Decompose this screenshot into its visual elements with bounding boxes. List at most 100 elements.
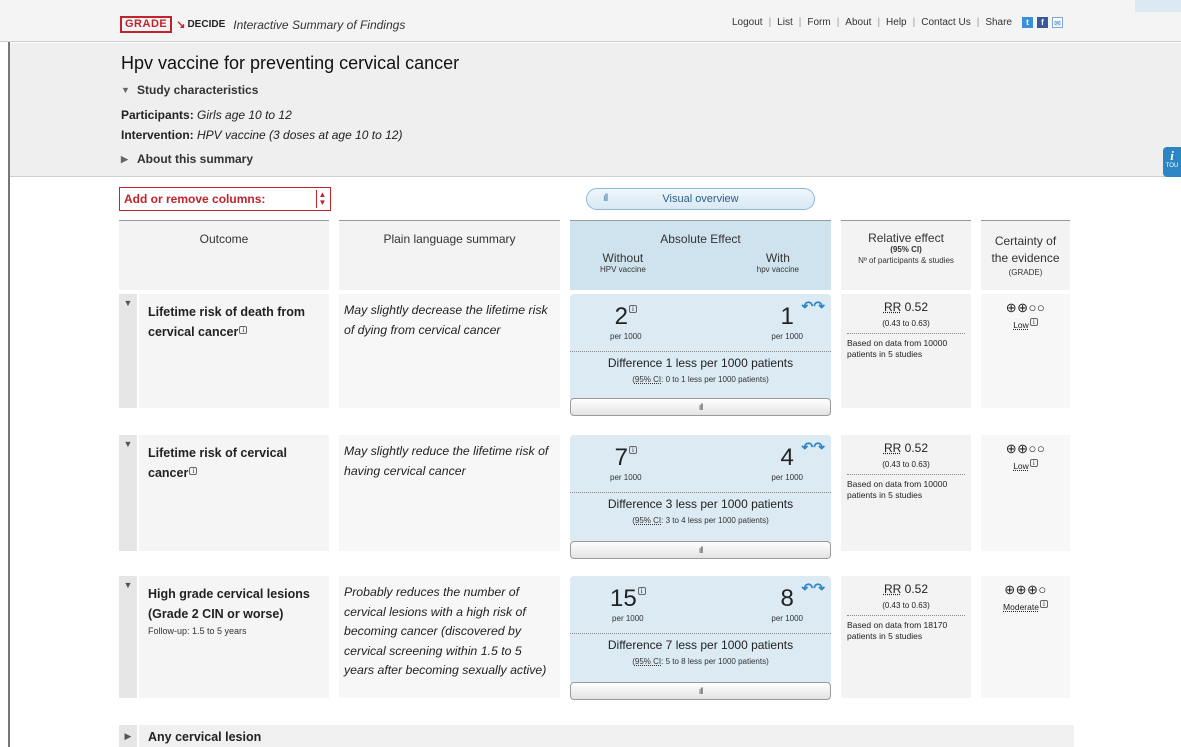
email-icon[interactable]: ✉ <box>1052 17 1063 28</box>
info-icon[interactable]: i <box>239 326 248 334</box>
nav-help[interactable]: Help <box>880 17 913 28</box>
difference-text: Difference 3 less per 1000 patients <box>607 497 794 511</box>
tour-button[interactable]: i TOU <box>1163 147 1181 177</box>
bar-chart-icon: ıll <box>698 402 703 412</box>
rr-note: Based on data from 18170 patients in 5 s… <box>847 620 948 641</box>
select-caret-icon: ▲ ▼ <box>316 190 328 208</box>
confidence-interval: (95% CI: 3 to 4 less per 1000 patients) <box>632 516 769 525</box>
triangle-down-icon: ▼ <box>123 580 133 590</box>
header-outcome-label: Outcome <box>199 232 249 246</box>
about-summary-toggle[interactable]: ▶ About this summary <box>121 152 253 166</box>
nav-list[interactable]: List <box>771 17 799 28</box>
header-relative-ci: (95% CI) <box>890 245 922 254</box>
triangle-right-icon: ▶ <box>124 731 132 741</box>
ci-label[interactable]: 95% CI <box>635 516 661 525</box>
triangle-down-icon: ▼ <box>121 85 130 95</box>
header-without-label: Without <box>602 251 644 265</box>
brand[interactable]: GRADE ↘ DECIDE Interactive Summary of Fin… <box>120 16 405 33</box>
left-border <box>0 42 10 747</box>
row-collapse-toggle[interactable]: ▼ <box>119 435 137 551</box>
bar-chart-icon: ıll <box>603 193 608 204</box>
info-icon[interactable]: i <box>637 587 646 595</box>
info-icon[interactable]: i <box>628 446 637 454</box>
row-collapse-toggle[interactable]: ▼ <box>119 576 137 698</box>
header-relative-effect: Relative effect (95% CI) Nº of participa… <box>841 220 971 290</box>
visual-overview-label: Visual overview <box>662 193 739 205</box>
ci-text: : 0 to 1 less per 1000 patients) <box>661 375 769 384</box>
confidence-interval: (95% CI: 0 to 1 less per 1000 patients) <box>632 375 769 384</box>
twitter-icon[interactable]: t <box>1022 17 1033 28</box>
nav-about[interactable]: About <box>839 17 877 28</box>
facebook-icon[interactable]: f <box>1037 17 1048 28</box>
absolute-effect-cell: 2i per 1000 1 per 1000 ↶↷ Difference 1 l… <box>570 294 831 402</box>
collapsed-outcome-row[interactable]: ▶ Any cervical lesion <box>119 725 1074 747</box>
study-characteristics-toggle[interactable]: ▼ Study characteristics <box>121 83 258 97</box>
certainty-label[interactable]: Low i <box>981 459 1070 471</box>
columns-select-label: Add or remove columns: <box>124 192 266 206</box>
header-absolute-effect: Absolute Effect Without HPV vaccine With… <box>570 220 831 290</box>
swap-arrows-icon[interactable]: ↶↷ <box>802 298 825 315</box>
info-icon[interactable]: i <box>1039 600 1048 608</box>
outcome-name: High grade cervical lesions (Grade 2 CIN… <box>148 587 310 621</box>
intervention-line: Intervention: HPV vaccine (3 doses at ag… <box>121 128 402 142</box>
swap-arrows-icon[interactable]: ↶↷ <box>802 439 825 456</box>
without-value: 15 i per 1000 <box>610 584 646 624</box>
info-icon[interactable]: i <box>1029 459 1038 467</box>
header-with-label: With <box>765 251 790 265</box>
certainty-cell: ⊕⊕⊕○ Moderate i <box>981 576 1070 698</box>
columns-select[interactable]: Add or remove columns: ▲ ▼ <box>119 187 331 211</box>
relative-ratio: RR 0.52 <box>847 582 965 596</box>
certainty-symbols: ⊕⊕○○ <box>1005 300 1046 315</box>
visual-bar-button[interactable]: ıll <box>570 682 831 700</box>
without-value: 2i per 1000 <box>610 302 642 342</box>
certainty-cell: ⊕⊕○○ Low i <box>981 435 1070 551</box>
certainty-label[interactable]: Low i <box>981 318 1070 330</box>
nav-form[interactable]: Form <box>801 17 836 28</box>
nav-logout[interactable]: Logout <box>726 17 769 28</box>
visual-bar-button[interactable]: ıll <box>570 541 831 559</box>
header-without-sub: HPV vaccine <box>600 265 646 274</box>
certainty-symbols: ⊕⊕⊕○ <box>1004 582 1047 597</box>
nav-contact[interactable]: Contact Us <box>915 17 976 28</box>
nav-share-label: Share <box>985 17 1012 28</box>
study-characteristics-label: Study characteristics <box>137 83 259 97</box>
plain-language-cell: May slightly reduce the lifetime risk of… <box>339 435 560 551</box>
with-number: 8 <box>780 585 794 612</box>
with-per: per 1000 <box>771 332 803 341</box>
without-number: 15 <box>610 585 637 612</box>
info-icon[interactable]: i <box>189 467 198 475</box>
with-per: per 1000 <box>771 614 803 623</box>
swap-arrows-icon[interactable]: ↶↷ <box>802 580 825 597</box>
header-certainty-line2: the evidence <box>991 251 1060 265</box>
bar-chart-icon: ıll <box>698 686 703 696</box>
info-icon[interactable]: i <box>1029 318 1038 326</box>
without-number: 2 <box>614 303 628 330</box>
corner-tab <box>1135 0 1181 12</box>
rr-note: Based on data from 10000 patients in 5 s… <box>847 479 948 500</box>
row-collapse-toggle[interactable]: ▼ <box>119 294 137 408</box>
rr-label[interactable]: RR <box>884 300 901 314</box>
certainty-label[interactable]: Moderate i <box>981 600 1070 612</box>
rr-label[interactable]: RR <box>884 441 901 455</box>
decide-arrow-icon: ↘ <box>176 19 186 31</box>
confidence-interval: (95% CI: 5 to 8 less per 1000 patients) <box>632 657 769 666</box>
rr-ci: (0.43 to 0.63) <box>847 601 965 616</box>
rr-note: Based on data from 10000 patients in 5 s… <box>847 338 948 359</box>
visual-overview-button[interactable]: ıll Visual overview <box>586 188 815 210</box>
outcome-row: ▼ High grade cervical lesions (Grade 2 C… <box>119 576 1074 704</box>
outcome-name: Lifetime risk of death from cervical can… <box>148 302 329 342</box>
decide-logo: ↘ DECIDE <box>176 18 225 31</box>
certainty-cell: ⊕⊕○○ Low i <box>981 294 1070 408</box>
row-expand-toggle[interactable]: ▶ <box>119 725 137 747</box>
rr-label[interactable]: RR <box>884 582 901 596</box>
info-icon[interactable]: i <box>628 305 637 313</box>
relative-ratio: RR 0.52 <box>847 300 965 314</box>
ci-label[interactable]: 95% CI <box>635 657 661 666</box>
tour-label: TOU <box>1165 163 1179 169</box>
page-title: Hpv vaccine for preventing cervical canc… <box>121 53 460 73</box>
visual-bar-button[interactable]: ıll <box>570 398 831 416</box>
rr-value: 0.52 <box>904 582 929 596</box>
ci-label[interactable]: 95% CI <box>635 375 661 384</box>
certainty-text: Low <box>1013 320 1029 330</box>
header-certainty-line1: Certainty of <box>994 234 1057 248</box>
